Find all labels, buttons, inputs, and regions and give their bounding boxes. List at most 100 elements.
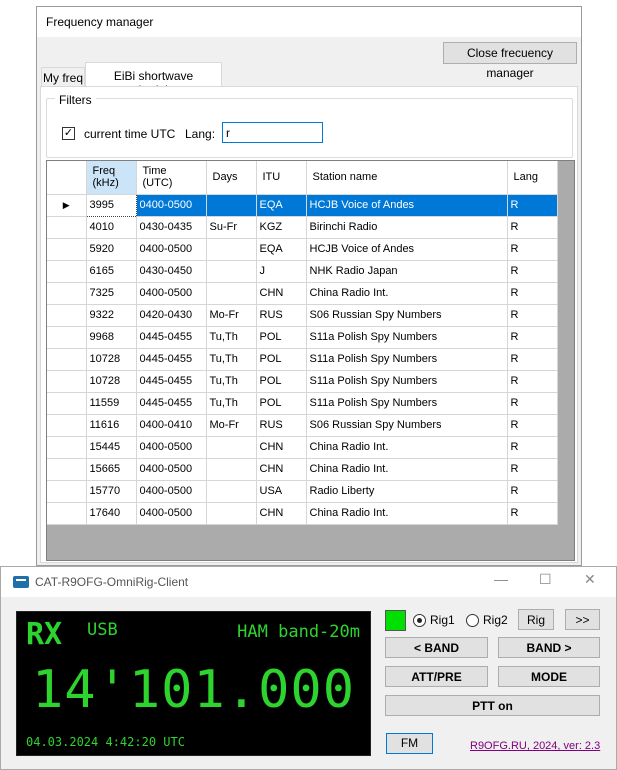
table-row[interactable]: 15770 0400-0500 USA Radio Liberty R (47, 480, 558, 503)
cell-lang[interactable]: R (507, 414, 558, 437)
cell-days[interactable] (206, 480, 257, 503)
col-header-days[interactable]: Days (206, 161, 257, 195)
cell-days[interactable] (206, 194, 257, 217)
cell-time[interactable]: 0400-0500 (136, 238, 207, 261)
table-row[interactable]: 11616 0400-0410 Mo-Fr RUS S06 Russian Spy Nu… (47, 414, 558, 437)
cell-itu[interactable]: POL (256, 348, 307, 371)
cell-itu[interactable]: CHN (256, 436, 307, 459)
rig2-radio[interactable] (466, 614, 479, 627)
cell-lang[interactable]: R (507, 502, 558, 525)
table-row[interactable]: 6165 0430-0450 J NHK Radio Japan R (47, 260, 558, 283)
cell-days[interactable] (206, 238, 257, 261)
table-row[interactable]: 9968 0445-0455 Tu,Th POL S11a Polish Spy Num… (47, 326, 558, 349)
cell-time[interactable]: 0445-0455 (136, 392, 207, 415)
table-row[interactable]: 5920 0400-0500 EQA HCJB Voice of Andes R (47, 238, 558, 261)
cell-time[interactable]: 0400-0500 (136, 282, 207, 305)
table-row[interactable]: 7325 0400-0500 CHN China Radio Int. R (47, 282, 558, 305)
about-link[interactable]: R9OFG.RU, 2024, ver: 2.3 (470, 740, 600, 752)
mode-button[interactable]: MODE (498, 666, 600, 687)
cell-lang[interactable]: R (507, 282, 558, 305)
cell-freq[interactable]: 7325 (86, 282, 137, 305)
cell-itu[interactable]: CHN (256, 502, 307, 525)
row-header[interactable] (47, 282, 87, 305)
cell-freq[interactable]: 3995 (85, 193, 137, 217)
cell-time[interactable]: 0445-0455 (136, 348, 207, 371)
cell-days[interactable]: Tu,Th (206, 392, 257, 415)
cell-days[interactable] (206, 458, 257, 481)
cell-station[interactable]: S11a Polish Spy Numbers (306, 326, 508, 349)
close-button[interactable]: ✕ (584, 571, 596, 588)
cell-station[interactable]: Birinchi Radio (306, 216, 508, 239)
cell-lang[interactable]: R (507, 392, 558, 415)
cell-freq[interactable]: 11616 (86, 414, 137, 437)
att-pre-button[interactable]: ATT/PRE (385, 666, 488, 687)
cell-itu[interactable]: J (256, 260, 307, 283)
cell-station[interactable]: S06 Russian Spy Numbers (306, 414, 508, 437)
cell-itu[interactable]: POL (256, 326, 307, 349)
cell-freq[interactable]: 11559 (86, 392, 137, 415)
cell-itu[interactable]: POL (256, 370, 307, 393)
table-row[interactable]: ▶ 3995 0400-0500 EQA HCJB Voice of Andes R (47, 193, 558, 217)
rig2-label[interactable]: Rig2 (483, 613, 508, 627)
cell-freq[interactable]: 9968 (86, 326, 137, 349)
table-row[interactable]: 17640 0400-0500 CHN China Radio Int. R (47, 502, 558, 525)
col-header-itu[interactable]: ITU (256, 161, 307, 195)
col-header-station[interactable]: Station name (306, 161, 508, 195)
cell-itu[interactable]: KGZ (256, 216, 307, 239)
row-header[interactable] (47, 458, 87, 481)
fm-button[interactable]: FM (386, 733, 433, 754)
ptt-button[interactable]: PTT on (385, 695, 600, 716)
cell-itu[interactable]: EQA (256, 194, 307, 217)
cell-days[interactable] (206, 260, 257, 283)
row-header[interactable] (47, 238, 87, 261)
col-header-freq[interactable]: Freq (kHz) (86, 161, 137, 195)
current-row-arrow-icon[interactable]: ▶ (47, 194, 87, 217)
cell-station[interactable]: China Radio Int. (306, 502, 508, 525)
cell-station[interactable]: S06 Russian Spy Numbers (306, 304, 508, 327)
cell-days[interactable]: Tu,Th (206, 370, 257, 393)
cell-itu[interactable]: POL (256, 392, 307, 415)
col-header-time[interactable]: Time (UTC) (136, 161, 207, 195)
cell-lang[interactable]: R (507, 238, 558, 261)
minimize-button[interactable]: — (494, 571, 508, 587)
cell-lang[interactable]: R (507, 260, 558, 283)
cell-freq[interactable]: 15445 (86, 436, 137, 459)
cell-lang[interactable]: R (507, 370, 558, 393)
cell-lang[interactable]: R (507, 480, 558, 503)
cell-lang[interactable]: R (507, 194, 558, 217)
cell-freq[interactable]: 15770 (86, 480, 137, 503)
cell-days[interactable]: Mo-Fr (206, 304, 257, 327)
cell-freq[interactable]: 9322 (86, 304, 137, 327)
cell-station[interactable]: China Radio Int. (306, 282, 508, 305)
row-header[interactable] (47, 326, 87, 349)
cell-station[interactable]: China Radio Int. (306, 458, 508, 481)
cell-station[interactable]: S11a Polish Spy Numbers (306, 370, 508, 393)
cell-days[interactable] (206, 502, 257, 525)
cell-itu[interactable]: CHN (256, 282, 307, 305)
cell-time[interactable]: 0400-0500 (136, 502, 207, 525)
cell-lang[interactable]: R (507, 458, 558, 481)
table-row[interactable]: 10728 0445-0455 Tu,Th POL S11a Polish Spy Nu… (47, 370, 558, 393)
rig1-label[interactable]: Rig1 (430, 613, 455, 627)
row-header[interactable] (47, 480, 87, 503)
row-header[interactable] (47, 348, 87, 371)
row-header[interactable] (47, 304, 87, 327)
cell-itu[interactable]: RUS (256, 414, 307, 437)
cell-station[interactable]: NHK Radio Japan (306, 260, 508, 283)
rig-button[interactable]: Rig (518, 609, 554, 630)
table-row[interactable]: 9322 0420-0430 Mo-Fr RUS S06 Russian Spy Num… (47, 304, 558, 327)
cell-days[interactable] (206, 436, 257, 459)
table-row[interactable]: 11559 0445-0455 Tu,Th POL S11a Polish Spy Nu… (47, 392, 558, 415)
more-button[interactable]: >> (565, 609, 600, 630)
cell-time[interactable]: 0400-0500 (136, 194, 207, 217)
cell-station[interactable]: Radio Liberty (306, 480, 508, 503)
cell-time[interactable]: 0400-0500 (136, 458, 207, 481)
tab-eibi-schedules[interactable]: EiBi shortwave schedules (85, 62, 222, 97)
table-row[interactable]: 15445 0400-0500 CHN China Radio Int. R (47, 436, 558, 459)
cell-itu[interactable]: CHN (256, 458, 307, 481)
cell-station[interactable]: China Radio Int. (306, 436, 508, 459)
cell-lang[interactable]: R (507, 436, 558, 459)
cell-lang[interactable]: R (507, 304, 558, 327)
cell-station[interactable]: HCJB Voice of Andes (306, 238, 508, 261)
cell-freq[interactable]: 5920 (86, 238, 137, 261)
